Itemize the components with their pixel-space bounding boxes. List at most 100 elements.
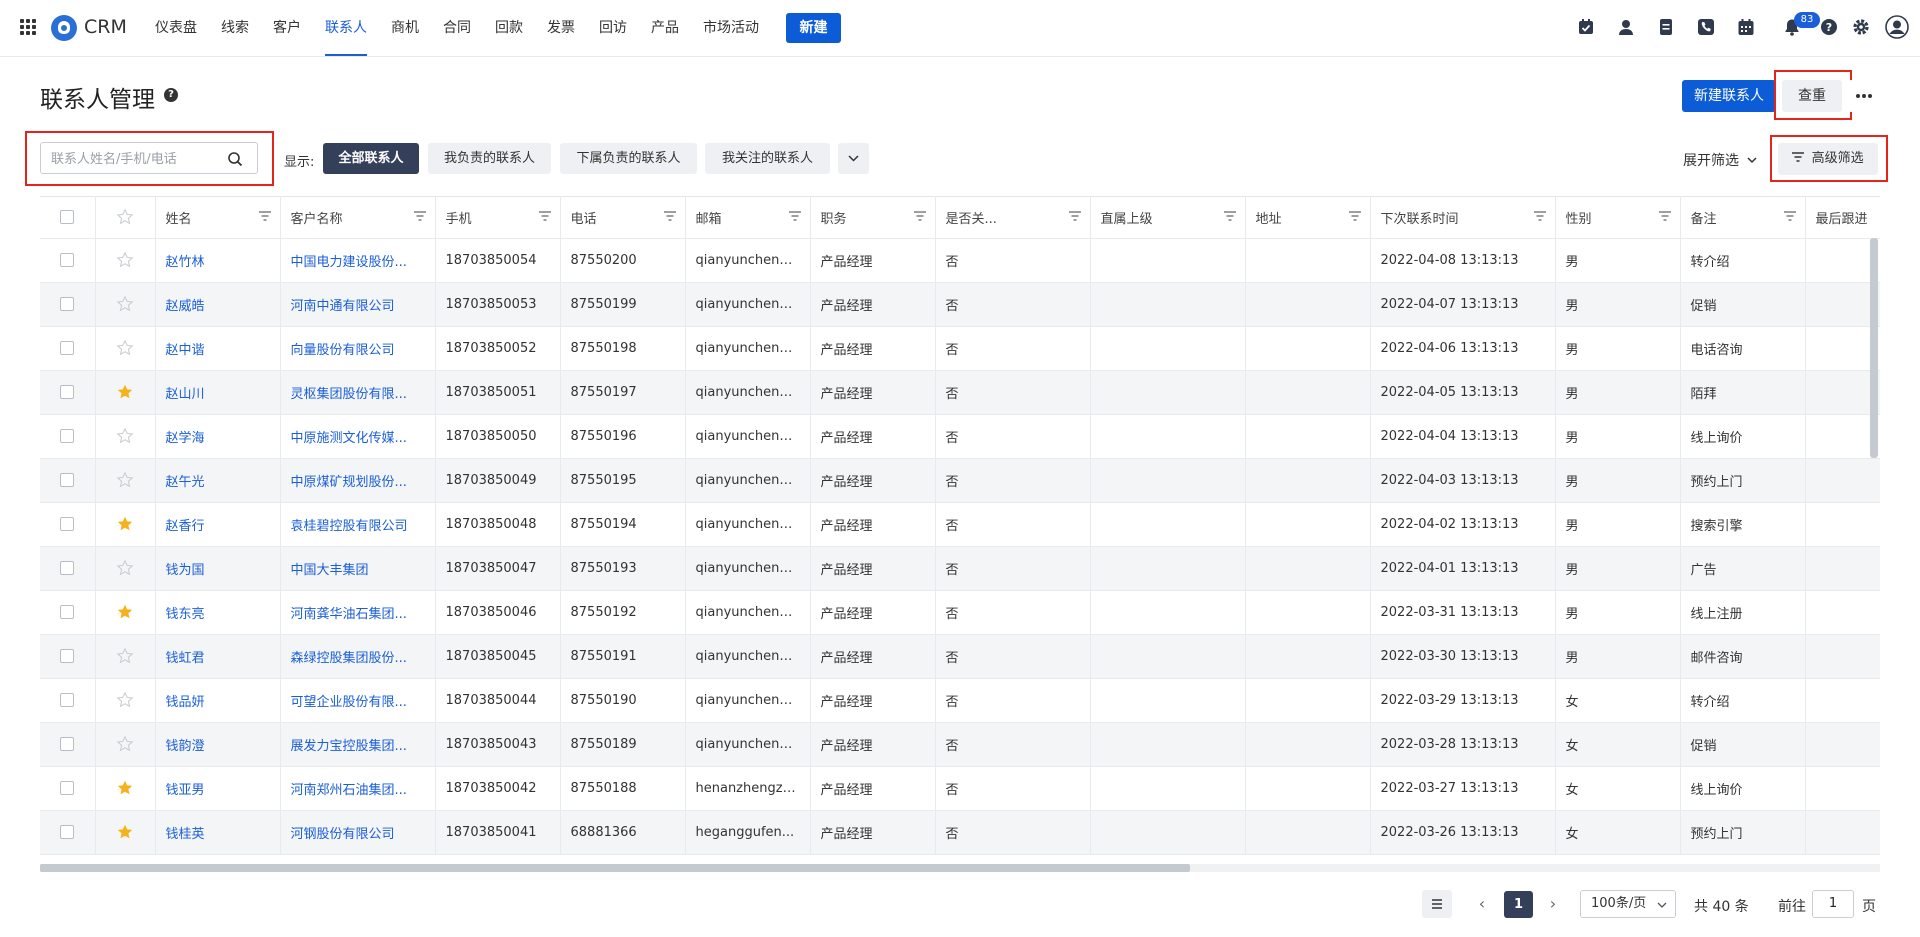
table-row[interactable]: 钱品妍 可望企业股份有限... 18703850044 87550190 qianyun… bbox=[40, 678, 1880, 723]
segment-all-contacts[interactable]: 全部联系人 bbox=[323, 143, 419, 174]
customer-name-link[interactable]: 中原施测文化传媒... bbox=[280, 414, 436, 459]
column-filter-icon[interactable] bbox=[1783, 211, 1796, 221]
row-checkbox[interactable] bbox=[40, 458, 96, 503]
goto-page-input[interactable]: 1 bbox=[1812, 890, 1854, 918]
column-filter-icon[interactable] bbox=[788, 211, 801, 221]
star-outline-icon[interactable] bbox=[95, 414, 156, 459]
contact-name-link[interactable]: 钱品妍 bbox=[155, 678, 281, 723]
expand-filter-toggle[interactable]: 展开筛选 bbox=[1683, 150, 1758, 170]
column-header[interactable]: 直属上级 bbox=[1090, 197, 1246, 239]
contact-name-link[interactable]: 钱虹君 bbox=[155, 634, 281, 679]
contact-name-link[interactable]: 赵竹林 bbox=[155, 238, 281, 283]
phone-icon[interactable] bbox=[1697, 18, 1715, 36]
column-header[interactable]: 手机 bbox=[435, 197, 561, 239]
star-filled-icon[interactable] bbox=[95, 810, 156, 855]
customer-name-link[interactable]: 中国大丰集团 bbox=[280, 546, 436, 591]
nav-item-marketing[interactable]: 市场活动 bbox=[703, 0, 759, 56]
prev-page-icon[interactable]: ‹ bbox=[1470, 890, 1494, 918]
column-header[interactable]: 电话 bbox=[560, 197, 686, 239]
row-checkbox[interactable] bbox=[40, 722, 96, 767]
table-row[interactable]: 钱为国 中国大丰集团 18703850047 87550193 qianyuncheng… bbox=[40, 546, 1880, 591]
table-row[interactable]: 赵香行 袁桂碧控股有限公司 18703850048 87550194 qianyunch… bbox=[40, 502, 1880, 547]
star-outline-icon[interactable] bbox=[95, 722, 156, 767]
star-outline-icon[interactable] bbox=[95, 282, 156, 327]
customer-name-link[interactable]: 中国电力建设股份... bbox=[280, 238, 436, 283]
table-row[interactable]: 赵威皓 河南中通有限公司 18703850053 87550199 qianyunche… bbox=[40, 282, 1880, 327]
search-icon[interactable] bbox=[227, 151, 243, 167]
column-filter-icon[interactable] bbox=[1223, 211, 1236, 221]
nav-item-customers[interactable]: 客户 bbox=[273, 0, 301, 56]
row-checkbox[interactable] bbox=[40, 766, 96, 811]
advanced-filter-button[interactable]: 高级筛选 bbox=[1778, 143, 1878, 175]
contact-name-link[interactable]: 赵午光 bbox=[155, 458, 281, 503]
customer-name-link[interactable]: 展发力宝控股集团... bbox=[280, 722, 436, 767]
row-checkbox[interactable] bbox=[40, 634, 96, 679]
nav-item-products[interactable]: 产品 bbox=[651, 0, 679, 56]
app-grid-icon[interactable] bbox=[20, 19, 36, 35]
row-checkbox[interactable] bbox=[40, 370, 96, 415]
nav-item-visits[interactable]: 回访 bbox=[599, 0, 627, 56]
segment-followed-contacts[interactable]: 我关注的联系人 bbox=[705, 143, 830, 174]
column-header[interactable]: 最后跟进 bbox=[1805, 197, 1880, 239]
title-help-icon[interactable]: ? bbox=[164, 88, 178, 102]
customer-name-link[interactable]: 灵枢集团股份有限... bbox=[280, 370, 436, 415]
column-header[interactable]: 地址 bbox=[1245, 197, 1371, 239]
column-filter-icon[interactable] bbox=[1533, 211, 1546, 221]
segment-my-contacts[interactable]: 我负责的联系人 bbox=[428, 143, 551, 174]
customer-name-link[interactable]: 森绿控股集团股份... bbox=[280, 634, 436, 679]
column-header[interactable]: 姓名 bbox=[155, 197, 281, 239]
segment-dropdown[interactable] bbox=[838, 143, 869, 174]
row-checkbox[interactable] bbox=[40, 546, 96, 591]
table-row[interactable]: 赵中谐 向量股份有限公司 18703850052 87550198 qianyunche… bbox=[40, 326, 1880, 371]
segment-subordinate-contacts[interactable]: 下属负责的联系人 bbox=[560, 143, 697, 174]
star-outline-icon[interactable] bbox=[95, 458, 156, 503]
new-contact-button[interactable]: 新建联系人 bbox=[1682, 80, 1776, 112]
contact-name-link[interactable]: 赵中谐 bbox=[155, 326, 281, 371]
note-icon[interactable] bbox=[1657, 18, 1675, 36]
column-header[interactable]: 下次联系时间 bbox=[1370, 197, 1556, 239]
row-checkbox[interactable] bbox=[40, 502, 96, 547]
star-outline-icon[interactable] bbox=[95, 678, 156, 723]
contact-name-link[interactable]: 赵学海 bbox=[155, 414, 281, 459]
more-options-icon[interactable] bbox=[1848, 80, 1880, 112]
new-button[interactable]: 新建 bbox=[786, 13, 841, 43]
star-outline-icon[interactable] bbox=[95, 326, 156, 371]
column-filter-icon[interactable] bbox=[1068, 211, 1081, 221]
column-header[interactable]: 邮箱 bbox=[685, 197, 811, 239]
nav-item-leads[interactable]: 线索 bbox=[221, 0, 249, 56]
column-filter-icon[interactable] bbox=[1348, 211, 1361, 221]
search-input[interactable] bbox=[49, 144, 228, 174]
star-outline-icon[interactable] bbox=[95, 238, 156, 283]
table-row[interactable]: 赵山川 灵枢集团股份有限... 18703850051 87550197 qianyun… bbox=[40, 370, 1880, 415]
star-filled-icon[interactable] bbox=[95, 590, 156, 635]
dedupe-button[interactable]: 查重 bbox=[1782, 80, 1842, 112]
contact-name-link[interactable]: 钱韵澄 bbox=[155, 722, 281, 767]
table-row[interactable]: 赵午光 中原煤矿规划股份... 18703850049 87550195 qianyun… bbox=[40, 458, 1880, 503]
horizontal-scrollbar[interactable] bbox=[40, 864, 1190, 872]
table-row[interactable]: 钱亚男 河南郑州石油集团... 18703850042 87550188 henanzh… bbox=[40, 766, 1880, 811]
select-all-checkbox[interactable] bbox=[40, 197, 96, 239]
help-icon[interactable]: ? bbox=[1820, 18, 1838, 36]
customer-name-link[interactable]: 河南龚华油石集团... bbox=[280, 590, 436, 635]
star-filled-icon[interactable] bbox=[95, 502, 156, 547]
nav-item-invoices[interactable]: 发票 bbox=[547, 0, 575, 56]
row-checkbox[interactable] bbox=[40, 678, 96, 723]
column-filter-icon[interactable] bbox=[538, 211, 551, 221]
contact-name-link[interactable]: 钱亚男 bbox=[155, 766, 281, 811]
column-header[interactable]: 备注 bbox=[1680, 197, 1806, 239]
column-filter-icon[interactable] bbox=[413, 211, 426, 221]
customer-name-link[interactable]: 河南郑州石油集团... bbox=[280, 766, 436, 811]
contact-name-link[interactable]: 钱东亮 bbox=[155, 590, 281, 635]
current-page[interactable]: 1 bbox=[1504, 891, 1533, 918]
page-list-toggle[interactable] bbox=[1422, 890, 1452, 918]
settings-icon[interactable] bbox=[1852, 18, 1870, 36]
contact-name-link[interactable]: 钱为国 bbox=[155, 546, 281, 591]
star-outline-icon[interactable] bbox=[95, 634, 156, 679]
customer-name-link[interactable]: 河钢股份有限公司 bbox=[280, 810, 436, 855]
customer-name-link[interactable]: 中原煤矿规划股份... bbox=[280, 458, 436, 503]
customer-name-link[interactable]: 河南中通有限公司 bbox=[280, 282, 436, 327]
row-checkbox[interactable] bbox=[40, 414, 96, 459]
page-size-select[interactable]: 100条/页 bbox=[1580, 890, 1676, 918]
star-filled-icon[interactable] bbox=[95, 766, 156, 811]
row-checkbox[interactable] bbox=[40, 810, 96, 855]
